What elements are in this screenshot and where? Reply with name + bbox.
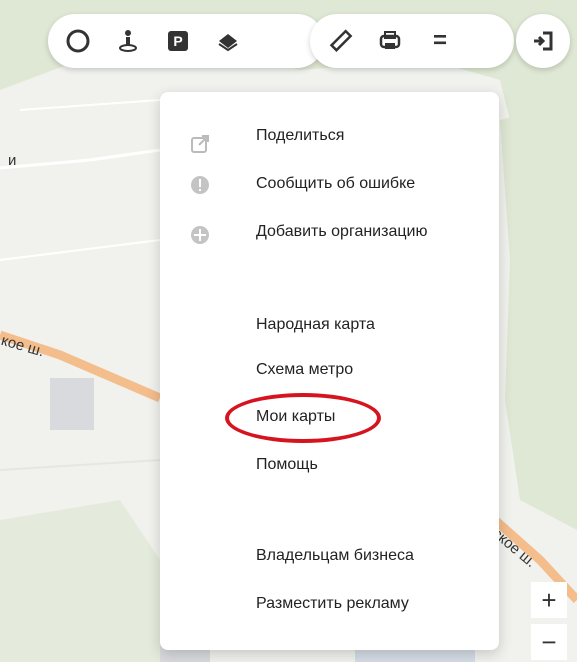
panorama-button[interactable] [112, 25, 144, 57]
zoom-in-icon: + [541, 584, 557, 615]
map-label-letter: и [8, 152, 17, 169]
menu-item-metro[interactable]: Схема метро [256, 361, 353, 379]
layers-icon [218, 34, 238, 52]
ruler-icon [329, 29, 353, 52]
menu-button[interactable]: = [424, 25, 456, 57]
menu-item-add-organization[interactable]: Добавить организацию [256, 223, 427, 241]
menu-icon: = [432, 27, 447, 54]
menu-item-report-error[interactable]: Сообщить об ошибке [256, 175, 415, 193]
map-layers-toolbar: P [48, 14, 324, 68]
menu-item-people-map[interactable]: Народная карта [256, 316, 375, 334]
traffic-button[interactable] [62, 25, 94, 57]
panorama-icon [119, 30, 137, 52]
login-button[interactable] [516, 14, 570, 68]
zoom-in-button[interactable]: + [531, 582, 567, 618]
parking-button[interactable]: P [162, 25, 194, 57]
menu-item-help[interactable]: Помощь [256, 456, 318, 474]
login-icon [534, 31, 553, 51]
main-menu-dropdown: Поделиться Сообщить об ошибке Добавить о… [160, 92, 499, 650]
add-organization-icon [191, 226, 209, 244]
menu-item-business-owners[interactable]: Владельцам бизнеса [256, 547, 414, 565]
ruler-button[interactable] [324, 25, 356, 57]
print-icon [379, 31, 401, 49]
traffic-icon [66, 29, 90, 53]
parking-letter: P [173, 33, 183, 49]
report-error-icon [191, 176, 209, 194]
print-button[interactable] [374, 25, 406, 57]
layers-button[interactable] [212, 25, 244, 57]
menu-item-share[interactable]: Поделиться [256, 127, 344, 145]
tools-toolbar: = [310, 14, 514, 68]
zoom-out-button[interactable]: − [531, 624, 567, 660]
zoom-out-icon: − [541, 626, 557, 657]
share-icon [191, 135, 209, 153]
highlight-annotation [225, 393, 381, 443]
menu-item-advertise[interactable]: Разместить рекламу [256, 595, 409, 613]
parking-icon: P [168, 31, 188, 51]
